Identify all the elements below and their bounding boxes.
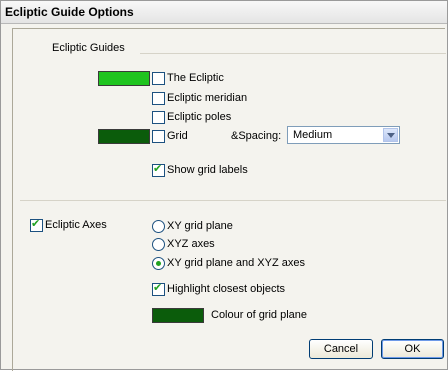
the-ecliptic-checkbox[interactable] xyxy=(152,72,165,85)
dialog-title: Ecliptic Guide Options xyxy=(5,5,134,19)
ecliptic-axes-checkbox[interactable]: ✔ xyxy=(30,218,43,232)
ecliptic-meridian-label: Ecliptic meridian xyxy=(167,92,248,104)
xyz-axes-radio[interactable] xyxy=(152,238,165,251)
ok-button[interactable]: OK xyxy=(381,339,444,359)
check-mark-icon: ✔ xyxy=(31,218,41,230)
highlight-closest-objects-label: Highlight closest objects xyxy=(167,283,286,295)
grid-plane-color-swatch[interactable] xyxy=(152,308,204,323)
ecliptic-axes-label: Ecliptic Axes xyxy=(45,219,107,231)
show-grid-labels-checkbox[interactable]: ✔ xyxy=(152,163,165,177)
check-mark-icon: ✔ xyxy=(153,282,163,294)
ecliptic-color-swatch[interactable] xyxy=(98,71,150,86)
grid-checkbox[interactable] xyxy=(152,130,165,143)
chevron-down-icon[interactable] xyxy=(383,128,398,142)
section-divider xyxy=(20,200,446,201)
cancel-button[interactable]: Cancel xyxy=(309,339,373,359)
grid-label: Grid xyxy=(167,130,188,142)
section-divider xyxy=(140,53,446,54)
the-ecliptic-label: The Ecliptic xyxy=(167,72,224,84)
radio-selected-dot xyxy=(156,261,161,266)
title-bar[interactable]: Ecliptic Guide Options xyxy=(1,1,447,24)
xyz-axes-label: XYZ axes xyxy=(167,238,215,250)
ecliptic-poles-checkbox[interactable] xyxy=(152,111,165,124)
spacing-label: &Spacing: xyxy=(231,130,282,142)
spacing-select-value: Medium xyxy=(293,129,333,141)
grid-plane-colour-label: Colour of grid plane xyxy=(211,309,308,321)
xy-grid-plane-label: XY grid plane xyxy=(167,220,233,232)
check-mark-icon: ✔ xyxy=(153,163,163,175)
ecliptic-guides-section-label: Ecliptic Guides xyxy=(52,42,125,54)
highlight-closest-objects-checkbox[interactable]: ✔ xyxy=(152,282,165,296)
ecliptic-poles-label: Ecliptic poles xyxy=(167,111,232,123)
show-grid-labels-label: Show grid labels xyxy=(167,164,248,176)
grid-color-swatch[interactable] xyxy=(98,129,150,144)
xy-grid-plane-and-xyz-axes-label: XY grid plane and XYZ axes xyxy=(167,257,305,269)
xy-grid-plane-and-xyz-axes-radio[interactable] xyxy=(152,257,165,270)
spacing-select[interactable]: Medium xyxy=(287,126,400,144)
xy-grid-plane-radio[interactable] xyxy=(152,220,165,233)
ecliptic-meridian-checkbox[interactable] xyxy=(152,92,165,105)
